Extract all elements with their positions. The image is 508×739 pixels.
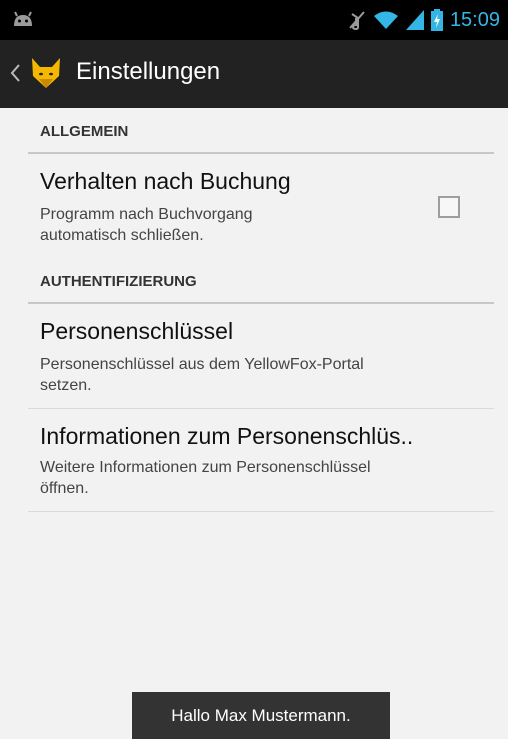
status-time: 15:09 — [449, 8, 500, 31]
pref-summary: Programm nach Buchvorgang automatisch sc… — [40, 206, 253, 244]
verhalten-checkbox[interactable] — [438, 196, 460, 218]
section-header-authentifizierung: AUTHENTIFIZIERUNG — [28, 260, 494, 304]
pref-summary: Personenschlüssel aus dem YellowFox-Port… — [40, 356, 364, 394]
battery-charging-icon — [430, 9, 443, 31]
pref-title: Informationen zum Personenschlüs.. — [40, 423, 414, 449]
wifi-icon — [373, 11, 398, 29]
pref-personenschluessel[interactable]: Personenschlüssel Personenschlüssel aus … — [28, 306, 494, 408]
yellowfox-logo-icon[interactable] — [30, 56, 62, 90]
mute-icon — [349, 11, 365, 30]
pref-informationen-personenschluessel[interactable]: Informationen zum Personenschlüs.. Weite… — [28, 409, 494, 511]
status-bar: 15:09 — [0, 0, 508, 40]
signal-icon — [405, 10, 424, 30]
toast-message: Hallo Max Mustermann. — [132, 692, 390, 739]
pref-verhalten-nach-buchung[interactable]: Verhalten nach Buchung Programm nach Buc… — [28, 156, 494, 258]
page-title: Einstellungen — [76, 58, 221, 85]
status-icons: 15:09 — [348, 7, 500, 33]
section-header-allgemein: ALLGEMEIN — [28, 110, 494, 154]
action-bar: Einstellungen — [0, 40, 508, 108]
android-icon — [14, 11, 32, 26]
pref-summary: Weitere Informationen zum Personenschlüs… — [40, 459, 371, 497]
pref-title: Personenschlüssel — [40, 318, 234, 344]
divider — [28, 511, 494, 512]
pref-title: Verhalten nach Buchung — [40, 168, 291, 194]
back-chevron-icon[interactable] — [9, 61, 21, 85]
